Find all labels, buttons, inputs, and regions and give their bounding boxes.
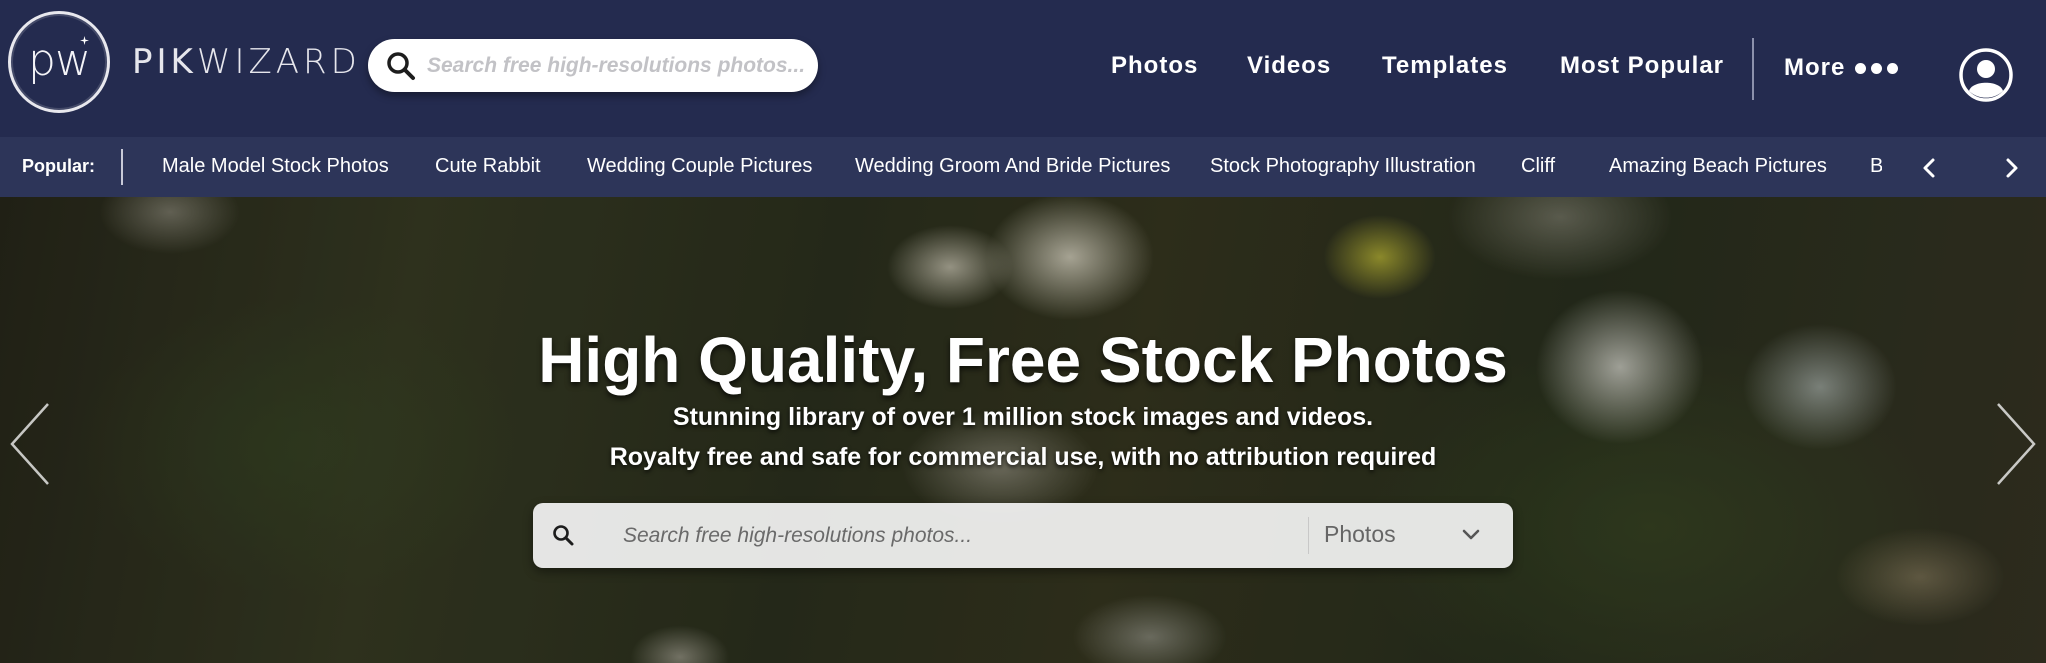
hero-title: High Quality, Free Stock Photos: [538, 324, 1508, 396]
hero-search-input[interactable]: [623, 521, 1183, 551]
header-search-bar[interactable]: [368, 39, 818, 92]
logo-circle: pw: [8, 11, 110, 113]
more-menu-button[interactable]: More: [1784, 54, 1899, 82]
chevron-left-icon[interactable]: [1919, 157, 1941, 179]
search-type-divider: [1308, 517, 1309, 554]
popular-link[interactable]: Be: [1870, 155, 1882, 178]
popular-link[interactable]: Wedding Couple Pictures: [587, 155, 812, 178]
popular-label: Popular:: [22, 156, 96, 176]
nav-most-popular[interactable]: Most Popular: [1560, 52, 1724, 80]
popular-link[interactable]: Cliff: [1521, 155, 1555, 178]
hero-banner: High Quality, Free Stock Photos Stunning…: [0, 197, 2046, 663]
chevron-right-icon[interactable]: [2000, 157, 2022, 179]
hero-prev-arrow-icon[interactable]: [4, 402, 52, 486]
hero-subtitle-line2: Royalty free and safe for commercial use…: [609, 443, 1437, 471]
search-icon[interactable]: [385, 50, 417, 82]
header-search-input[interactable]: [427, 53, 807, 78]
chevron-down-icon: [1462, 529, 1480, 540]
user-icon[interactable]: [1958, 47, 2014, 103]
hero-next-arrow-icon[interactable]: [1994, 402, 2042, 486]
popular-link[interactable]: Amazing Beach Pictures: [1609, 155, 1827, 178]
popular-link[interactable]: Wedding Groom And Bride Pictures: [855, 155, 1170, 178]
nav-divider: [1752, 38, 1754, 100]
more-label: More: [1784, 54, 1846, 81]
popular-link[interactable]: Stock Photography Illustration: [1210, 155, 1476, 178]
nav-templates[interactable]: Templates: [1382, 52, 1508, 80]
sparkle-icon: [80, 36, 89, 45]
pikwizard-logo[interactable]: pw PIKWIZARD: [8, 10, 361, 114]
hero-subtitle-line1: Stunning library of over 1 million stock…: [672, 403, 1374, 431]
popular-links-track: Male Model Stock Photos Cute Rabbit Wedd…: [140, 137, 1882, 197]
popular-searches-bar: Popular: Male Model Stock Photos Cute Ra…: [0, 137, 2046, 197]
search-type-value: Photos: [1324, 521, 1396, 547]
more-dots-icon: [1855, 62, 1899, 74]
search-icon[interactable]: [551, 523, 575, 547]
logo-word-bold: PIK: [132, 42, 197, 82]
search-type-select[interactable]: Photos: [1324, 503, 1504, 568]
hero-search-bar[interactable]: Photos: [533, 503, 1513, 568]
popular-divider: [121, 149, 123, 185]
hero-content: High Quality, Free Stock Photos Stunning…: [0, 197, 2046, 663]
logo-wordmark: PIKWIZARD: [132, 42, 361, 82]
site-header: pw PIKWIZARD Photos Videos Templates Mos…: [0, 0, 2046, 137]
nav-photos[interactable]: Photos: [1111, 52, 1198, 80]
popular-link[interactable]: Cute Rabbit: [435, 155, 541, 178]
popular-link[interactable]: Male Model Stock Photos: [162, 155, 389, 178]
nav-videos[interactable]: Videos: [1247, 52, 1331, 80]
logo-word-light: WIZARD: [196, 42, 361, 82]
